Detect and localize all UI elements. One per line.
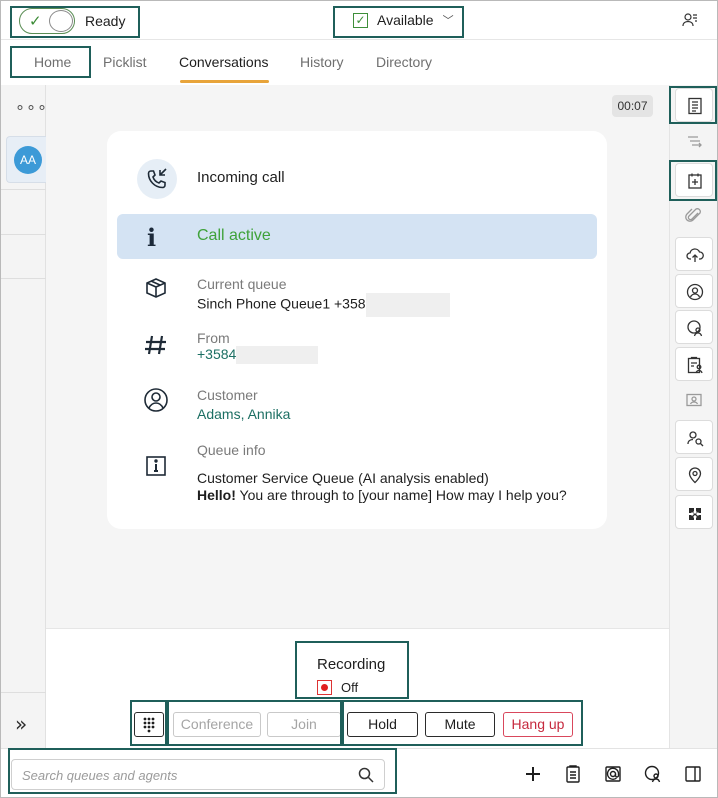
tab-bar: Home Picklist Conversations History Dire… [1,40,717,85]
checkbox-icon: ✓ [353,12,368,28]
right-rail [669,85,717,748]
conference-button[interactable]: Conference [173,712,261,737]
hash-icon [145,335,166,355]
call-timer: 00:07 [612,95,653,117]
expand-icon[interactable]: » [15,712,27,736]
add-icon[interactable] [523,764,543,784]
search-contact-button[interactable] [675,420,713,454]
location-button[interactable] [675,457,713,491]
join-button[interactable]: Join [267,712,341,737]
tab-picklist[interactable]: Picklist [103,54,147,70]
divider [1,234,46,235]
call-controls: Recording Off Conference Join Hold Mute … [46,628,669,748]
queue-info-label: Queue info [197,442,266,458]
conversation-item[interactable]: AA [6,136,47,183]
screen-share-button[interactable] [675,383,713,417]
clipboard-icon[interactable] [563,764,583,784]
user-settings-icon[interactable] [681,11,699,29]
top-bar: ✓ Ready ✓ Available ﹀ [1,1,717,40]
paperclip-icon [685,208,701,222]
queue-info-icon [146,456,166,476]
call-title: Incoming call [197,169,285,186]
current-queue-label: Current queue [197,276,287,292]
id-card-icon [686,393,702,407]
email-queue-icon[interactable] [603,764,623,784]
attachment-button[interactable] [675,199,713,233]
chevron-down-icon: ﹀ [442,14,454,27]
search-box [11,759,385,790]
mute-button[interactable]: Mute [425,712,495,737]
divider [1,189,46,190]
customer-link[interactable]: Adams, Annika [197,406,290,422]
user-circle-icon [686,283,704,301]
customer-icon [144,388,168,412]
clipboard-user-icon [687,356,703,374]
divider [1,692,46,693]
recording-toggle[interactable]: Off [317,680,358,695]
conversation-panel: 00:07 Incoming call i Call active Curren… [46,85,669,628]
list-indent-icon [688,136,702,148]
record-icon [317,680,332,695]
location-pin-icon [688,467,702,484]
customer-record-button[interactable] [675,347,713,381]
panel-toggle-icon[interactable] [683,764,703,784]
dialpad-icon [143,717,155,733]
footer-bar [1,748,717,797]
search-input[interactable] [22,765,352,785]
call-status-bar: i Call active [117,214,597,259]
from-value[interactable]: +3584 [197,346,319,365]
puzzle-icon [689,508,701,520]
customer-label: Customer [197,387,258,403]
agent-status-icon[interactable] [643,764,663,784]
hang-up-button[interactable]: Hang up [503,712,573,737]
hold-button[interactable]: Hold [347,712,418,737]
availability-dropdown[interactable]: ✓ Available ﹀ [353,12,454,28]
transcript-button[interactable] [675,124,713,158]
current-queue-value: Sinch Phone Queue1 +358 [197,293,450,317]
upload-button[interactable] [675,237,713,271]
contact-button[interactable] [675,274,713,308]
queue-info-greeting: Hello! You are through to [your name] Ho… [197,487,567,503]
integration-button[interactable] [675,495,713,529]
redacted-block [236,346,319,365]
incoming-call-icon [137,159,177,199]
active-tab-indicator [180,80,269,83]
calendar-add-icon [688,173,702,189]
info-icon: i [147,223,157,252]
notes-button[interactable] [675,88,713,122]
call-status: Call active [197,227,271,244]
agent-status-icon [687,320,703,337]
more-icon[interactable]: ∘∘∘ [15,97,48,117]
queue-info-line: Customer Service Queue (AI analysis enab… [197,470,489,486]
recording-title: Recording [317,656,386,673]
tab-history[interactable]: History [300,54,344,70]
divider [1,278,46,279]
add-task-button[interactable] [675,163,713,197]
ready-toggle[interactable]: ✓ [19,8,75,34]
search-icon[interactable] [358,767,374,783]
queue-cube-icon [146,278,166,298]
tab-conversations[interactable]: Conversations [179,54,269,70]
left-rail: ∘∘∘ AA » [1,85,48,748]
redacted-block [365,293,450,317]
ready-label: Ready [85,13,126,29]
dialpad-button[interactable] [134,712,164,737]
availability-label: Available [377,12,434,28]
cloud-upload-icon [686,248,704,262]
call-card: Incoming call i Call active Current queu… [107,131,607,529]
from-label: From [197,330,230,346]
user-search-icon [687,431,704,447]
agent-lookup-button[interactable] [675,310,713,344]
avatar: AA [14,146,42,174]
check-icon: ✓ [29,12,42,30]
toggle-knob [49,10,73,32]
tab-directory[interactable]: Directory [376,54,432,70]
recording-state: Off [341,680,359,695]
notes-icon [688,97,702,115]
tab-home[interactable]: Home [34,54,71,70]
